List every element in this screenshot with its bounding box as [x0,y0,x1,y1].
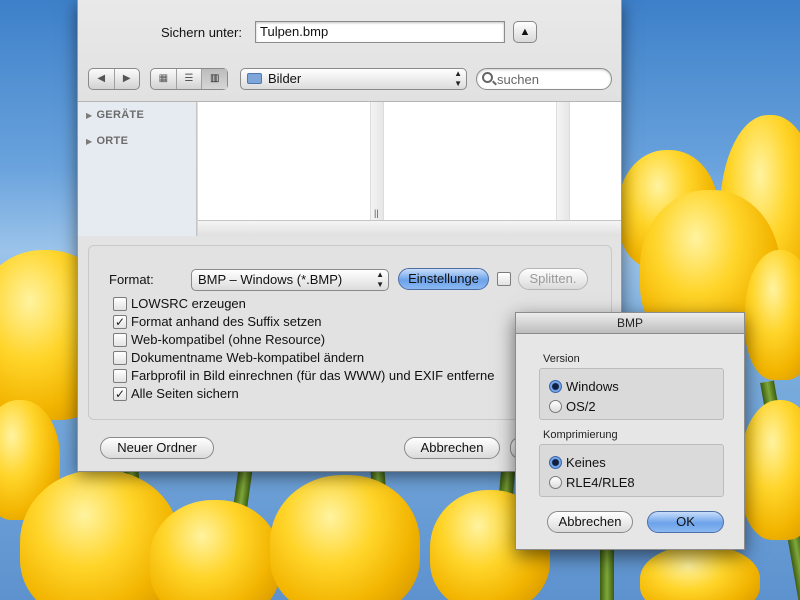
back-arrow-icon[interactable]: ◀ [89,69,115,89]
list-view-icon[interactable]: ☰ [177,69,203,89]
search-field[interactable]: suchen [476,68,612,90]
radio-label: Keines [566,455,606,470]
radio-os2[interactable]: OS/2 [549,399,596,414]
split-checkbox[interactable] [497,272,511,286]
browser-toolbar: ◀ ▶ ▦ ☰ ▥ Bilder ▲ ▼ suchen [78,68,621,92]
forward-arrow-icon[interactable]: ▶ [115,69,140,89]
sidebar: ▶ GERÄTE ▶ ORTE [78,102,197,236]
checkbox[interactable] [113,332,127,347]
radio-rle[interactable]: RLE4/RLE8 [549,475,635,490]
disclosure-triangle-icon: ▶ [86,137,93,146]
dialog-cancel-button[interactable]: Abbrechen [547,511,633,533]
column-view-icon[interactable]: ▥ [202,69,228,89]
updown-arrows-icon: ▲ ▼ [376,270,384,289]
sidebar-item-devices[interactable]: ▶ GERÄTE [86,109,144,121]
file-browser: ▶ GERÄTE ▶ ORTE || [78,101,621,236]
filename-input[interactable]: Tulpen.bmp [255,21,505,43]
radio-button[interactable] [549,476,562,489]
settings-button[interactable]: Einstellunge [398,268,489,290]
dialog-title: BMP [516,313,744,334]
icon-view-icon[interactable]: ▦ [151,69,177,89]
option-label: Web-kompatibel (ohne Resource) [131,332,326,347]
radio-label: Windows [566,379,619,394]
sidebar-item-label: GERÄTE [96,109,145,121]
option-label: Dokumentname Web-kompatibel ändern [131,350,365,365]
save-as-row: Sichern unter: Tulpen.bmp ▲ [78,20,621,46]
format-label: Format: [109,272,154,287]
save-as-label: Sichern unter: [161,25,242,40]
cancel-button[interactable]: Abbrechen [404,437,500,459]
radio-button[interactable] [549,400,562,413]
radio-windows[interactable]: Windows [549,379,619,394]
radio-none[interactable]: Keines [549,455,606,470]
option-label: LOWSRC erzeugen [131,296,246,311]
option-save-all-pages[interactable]: ✓ Alle Seiten sichern [113,386,239,401]
option-format-by-suffix[interactable]: ✓ Format anhand des Suffix setzen [113,314,322,329]
column-divider[interactable] [370,102,384,220]
dialog-ok-button[interactable]: OK [647,511,724,533]
triangle-up-icon: ▲ [519,26,531,38]
option-label: Farbprofil in Bild einrechnen (für das W… [131,368,495,383]
checkbox[interactable]: ✓ [113,314,127,329]
search-placeholder: suchen [497,72,539,87]
radio-button[interactable] [549,456,562,469]
sidebar-item-places[interactable]: ▶ ORTE [86,135,128,147]
version-group-label: Version [543,353,580,365]
option-lowsrc[interactable]: LOWSRC erzeugen [113,296,246,311]
sidebar-item-label: ORTE [96,135,129,147]
checkbox[interactable] [113,368,127,383]
option-web-compatible[interactable]: Web-kompatibel (ohne Resource) [113,332,325,347]
column-divider[interactable] [556,102,570,220]
back-forward-control: ◀ ▶ [88,68,140,90]
compression-group-label: Komprimierung [543,429,618,441]
checkbox[interactable]: ✓ [113,386,127,401]
option-color-profile[interactable]: Farbprofil in Bild einrechnen (für das W… [113,368,515,383]
option-docname-web[interactable]: Dokumentname Web-kompatibel ändern [113,350,364,365]
option-label: Alle Seiten sichern [131,386,239,401]
horizontal-scrollbar[interactable] [198,220,621,236]
checkbox[interactable] [113,350,127,365]
folder-icon [247,73,262,84]
expand-button[interactable]: ▲ [513,21,537,43]
bmp-options-dialog: BMP Version Windows OS/2 Komprimierung K… [515,312,745,550]
search-icon [482,72,493,83]
radio-button[interactable] [549,380,562,393]
format-value: BMP – Windows (*.BMP) [198,272,343,287]
split-button[interactable]: Splitten. [518,268,588,290]
new-folder-button[interactable]: Neuer Ordner [100,437,214,459]
view-mode-control: ▦ ☰ ▥ [150,68,228,90]
option-label: Format anhand des Suffix setzen [131,314,322,329]
disclosure-triangle-icon: ▶ [86,111,93,120]
radio-label: OS/2 [566,399,596,414]
location-label: Bilder [268,71,302,86]
radio-label: RLE4/RLE8 [566,475,635,490]
column-resize-grip-icon[interactable]: || [374,208,379,218]
checkbox[interactable] [113,296,127,311]
column-view[interactable] [198,102,621,220]
location-popup[interactable]: Bilder ▲ ▼ [240,68,467,90]
updown-arrows-icon: ▲ ▼ [454,69,462,88]
format-popup[interactable]: BMP – Windows (*.BMP) ▲ ▼ [191,269,389,291]
